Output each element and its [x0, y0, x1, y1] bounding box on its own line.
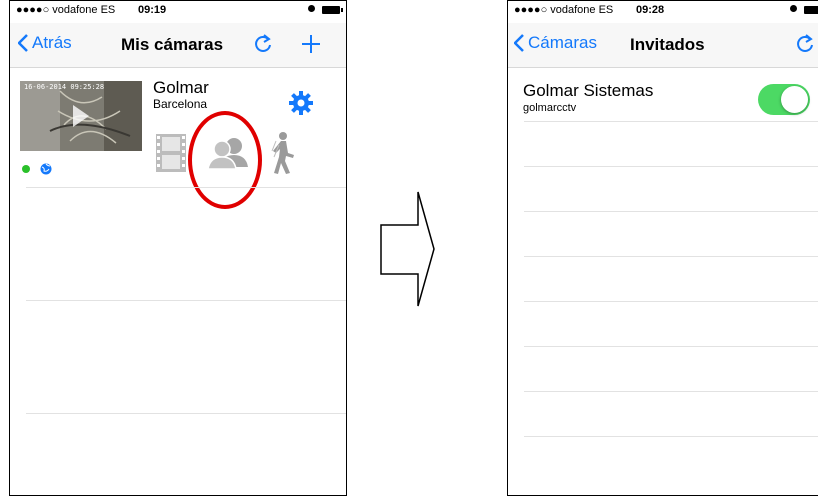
camera-location: Barcelona	[153, 97, 208, 111]
guest-username: golmarcctv	[523, 102, 577, 114]
back-label: Cámaras	[528, 33, 597, 52]
navigation-bar: Atrás Mis cámaras	[10, 23, 346, 68]
add-icon[interactable]	[300, 33, 322, 55]
row-separator	[524, 436, 818, 437]
toggle-knob	[781, 86, 808, 113]
carrier-label: ●●●●○ vodafone ES	[514, 4, 614, 16]
alarm-icon	[308, 5, 315, 12]
film-icon[interactable]	[154, 132, 188, 174]
carrier-label: ●●●●○ vodafone ES	[16, 4, 116, 16]
back-button[interactable]: Atrás	[18, 33, 72, 53]
row-separator	[26, 300, 346, 301]
row-separator	[524, 391, 818, 392]
left-phone-screen: ●●●●○ vodafone ES 09:19 Atrás Mis cámara…	[9, 0, 347, 496]
guest-enabled-toggle[interactable]	[758, 84, 810, 115]
guest-name: Golmar Sistemas	[523, 81, 654, 100]
status-bar: ●●●●○ vodafone ES 09:19	[10, 1, 346, 23]
row-separator	[26, 187, 346, 188]
thumbnail-timestamp: 16-06-2014 09:25:28	[24, 83, 105, 91]
row-separator	[524, 166, 818, 167]
status-bar: ●●●●○ vodafone ES 09:28	[508, 1, 818, 23]
battery-icon	[804, 6, 818, 14]
back-button[interactable]: Cámaras	[514, 33, 597, 53]
camera-name: Golmar	[153, 78, 209, 97]
row-separator	[524, 256, 818, 257]
refresh-icon[interactable]	[252, 33, 274, 55]
globe-icon	[40, 163, 52, 175]
status-time: 09:28	[636, 4, 665, 16]
highlight-annotation	[188, 111, 262, 209]
chevron-left-icon	[18, 34, 28, 52]
navigation-bar: Cámaras Invitados	[508, 23, 818, 68]
right-phone-screen: ●●●●○ vodafone ES 09:28 Cámaras Invitado…	[507, 0, 818, 496]
chevron-left-icon	[514, 34, 524, 52]
camera-thumbnail[interactable]: 16-06-2014 09:25:28	[20, 81, 142, 151]
back-label: Atrás	[32, 33, 72, 52]
row-separator	[524, 211, 818, 212]
row-separator	[524, 121, 818, 122]
row-separator	[524, 301, 818, 302]
alarm-icon	[790, 5, 797, 12]
gear-icon[interactable]	[288, 90, 314, 116]
page-title: Invitados	[630, 35, 705, 54]
right-arrow-icon	[380, 191, 435, 307]
play-icon[interactable]	[71, 103, 91, 129]
online-status-dot	[22, 165, 30, 173]
battery-icon	[322, 6, 343, 14]
status-time: 09:19	[138, 4, 167, 16]
walking-person-icon[interactable]	[268, 131, 298, 175]
page-title: Mis cámaras	[121, 35, 224, 54]
row-separator	[26, 413, 346, 414]
row-separator	[524, 346, 818, 347]
refresh-icon[interactable]	[794, 33, 816, 55]
